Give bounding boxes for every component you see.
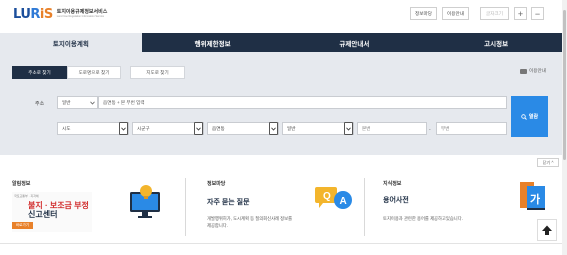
- usage-guide-button[interactable]: 이용안내: [442, 7, 469, 20]
- chevron-down-icon: [344, 122, 353, 135]
- svg-text:가: 가: [530, 192, 540, 206]
- tab-land-use-plan[interactable]: 토지이용계획: [0, 33, 142, 52]
- bubun-input[interactable]: 부번: [436, 122, 507, 135]
- subtab-road-name[interactable]: 도로명으로 찾기: [67, 66, 121, 79]
- banner-line-2: 신고센터: [28, 210, 58, 219]
- font-size-label: 글자크기: [480, 7, 509, 20]
- faq-heading[interactable]: 자주 묻는 질문: [207, 197, 250, 207]
- usage-guide-link[interactable]: 이용안내: [520, 68, 546, 74]
- header: LURiS 토지이용규제정보서비스 Land Use Regulation In…: [0, 0, 567, 30]
- monitor-icon: [520, 68, 527, 74]
- main-nav: 토지이용계획 행위제한정보 규제안내서 고시정보: [0, 33, 567, 52]
- subtab-address[interactable]: 주소로 찾기: [12, 66, 67, 79]
- bonbun-input[interactable]: 본번: [357, 122, 427, 135]
- search-icon: [521, 113, 527, 120]
- card-divider: [185, 178, 186, 236]
- card-divider: [364, 178, 365, 236]
- tab-regulation-guide[interactable]: 규제안내서: [284, 33, 426, 52]
- chevron-down-icon: [269, 122, 278, 135]
- chevron-down-icon: [119, 122, 128, 135]
- notice-title: 알림정보: [12, 181, 31, 187]
- info-hub-button[interactable]: 정보마당: [410, 7, 437, 20]
- sigungu-select[interactable]: 시군구: [132, 122, 204, 135]
- address-label: 주소: [35, 101, 45, 107]
- monitor-lightbulb-icon: [130, 185, 160, 218]
- dictionary-description: 토지이용과 관련한 용어를 제공하고있습니다.: [383, 216, 463, 221]
- subtab-map[interactable]: 지도로 찾기: [130, 66, 185, 79]
- address-input[interactable]: 읍면동 + 본 부번 입력: [98, 96, 507, 109]
- report-center-banner[interactable]: 국토교통부 · 지자체 불지 · 보조금 부정 신고센터 바로가기: [12, 192, 92, 232]
- banner-line-1: 불지 · 보조금 부정: [28, 201, 89, 210]
- logo-title: 토지이용규제정보서비스: [56, 8, 108, 15]
- svg-text:Q: Q: [323, 191, 331, 202]
- tab-act-restriction[interactable]: 행위제한정보: [142, 33, 284, 52]
- land-type-select[interactable]: 일반: [282, 122, 354, 135]
- knowledge-section-title: 지식정보: [383, 181, 402, 187]
- address-type-select[interactable]: 일반: [57, 96, 98, 109]
- fold-panel-button[interactable]: 닫기 ^: [537, 158, 559, 167]
- section-divider: [0, 243, 567, 244]
- banner-go-button[interactable]: 바로가기: [12, 222, 33, 229]
- chevron-down-icon: [194, 122, 203, 135]
- sido-select[interactable]: 시도: [57, 122, 129, 135]
- chevron-down-icon: [88, 97, 97, 108]
- scrollbar-thumb[interactable]: [563, 10, 566, 160]
- dictionary-heading[interactable]: 용어사전: [383, 195, 409, 205]
- eupmyeondong-select[interactable]: 읍면동: [207, 122, 279, 135]
- arrow-up-icon: [542, 225, 552, 235]
- font-increase-button[interactable]: +: [514, 7, 527, 20]
- tab-notice-info[interactable]: 고시정보: [425, 33, 567, 52]
- faq-description: 개발행위허가, 도시계획 등 질의회신사례 정보를 제공합니다.: [207, 216, 293, 228]
- faq-section-title: 정보마당: [207, 181, 226, 187]
- logo-subtitle: Land Use Regulation Information Service: [56, 14, 105, 18]
- svg-text:A: A: [340, 196, 347, 207]
- dictionary-book-icon: 가: [520, 182, 545, 210]
- font-decrease-button[interactable]: −: [531, 7, 544, 20]
- search-button[interactable]: 열람: [511, 96, 548, 137]
- scroll-top-button[interactable]: [537, 219, 557, 241]
- logo-mark: LURiS: [13, 6, 53, 22]
- site-logo[interactable]: LURiS 토지이용규제정보서비스 Land Use Regulation In…: [13, 6, 108, 22]
- faq-qa-icon: Q A: [315, 187, 352, 209]
- number-dash: -: [429, 127, 431, 133]
